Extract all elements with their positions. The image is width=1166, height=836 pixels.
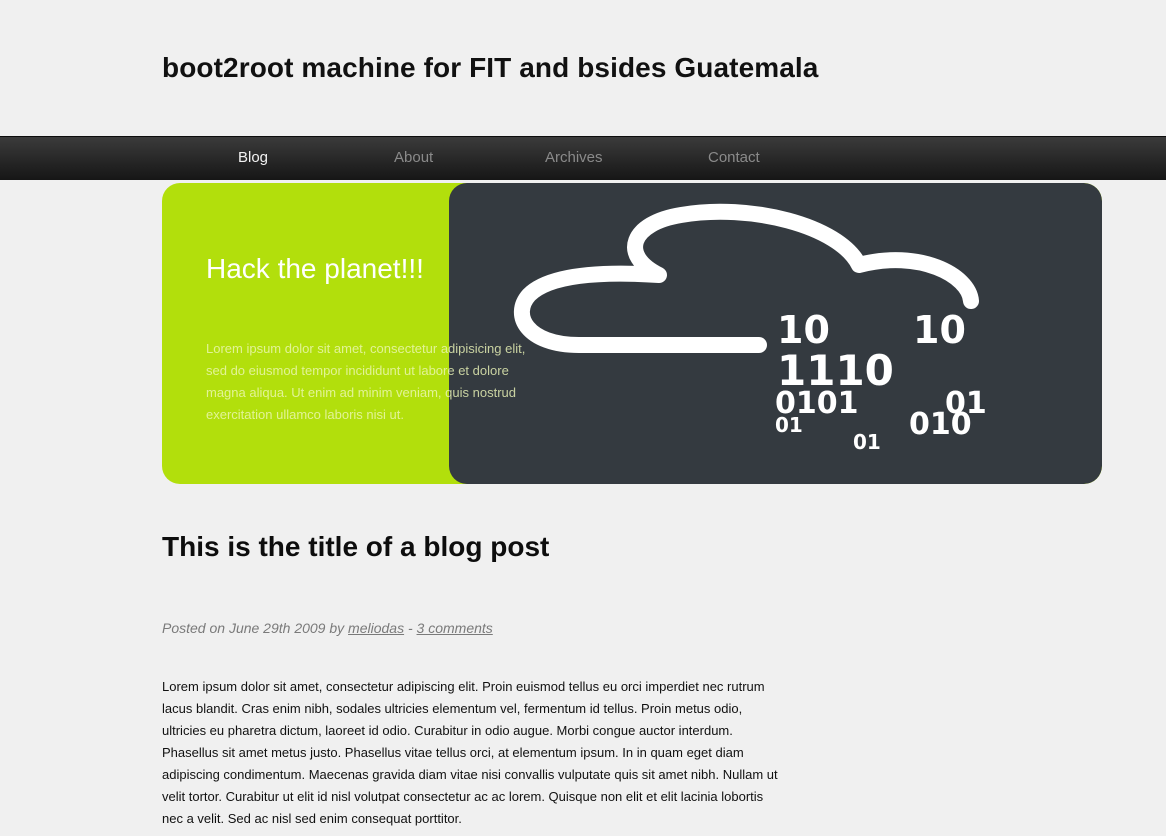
- site-title: boot2root machine for FIT and bsides Gua…: [162, 52, 819, 83]
- post-meta-prefix: Posted on June 29th 2009 by: [162, 620, 349, 636]
- nav-item-blog[interactable]: Blog: [238, 149, 268, 166]
- banner-text: Lorem ipsum dolor sit amet, consectetur …: [206, 341, 526, 422]
- banner-heading: Hack the planet!!!: [206, 253, 424, 284]
- main-navigation: Blog About Archives Contact: [0, 136, 1166, 180]
- cloud-binary-graphic: 10 10 1110 0101 01 01 010 01: [513, 203, 987, 454]
- nav-item-archives[interactable]: Archives: [545, 149, 603, 166]
- comments-link[interactable]: 3 comments: [417, 620, 493, 636]
- binary-digits: 10: [913, 308, 966, 352]
- cloud-outline: [513, 203, 979, 353]
- post-title: This is the title of a blog post: [162, 531, 550, 562]
- hero-banner: 10 10 1110 0101 01 01 010 01 Hack the pl…: [162, 183, 1102, 484]
- post-meta-separator: -: [404, 620, 417, 636]
- post-meta: Posted on June 29th 2009 by meliodas - 3…: [162, 620, 493, 636]
- binary-digits: 01: [853, 430, 881, 454]
- nav-item-about[interactable]: About: [394, 149, 433, 166]
- author-link[interactable]: meliodas: [348, 620, 404, 636]
- cloud-binary-icon: 10 10 1110 0101 01 01 010 01: [449, 183, 1102, 484]
- nav-item-contact[interactable]: Contact: [708, 149, 760, 166]
- binary-digits: 010: [909, 407, 972, 442]
- post-body: Lorem ipsum dolor sit amet, consectetur …: [162, 679, 778, 826]
- binary-digits: 01: [775, 413, 803, 437]
